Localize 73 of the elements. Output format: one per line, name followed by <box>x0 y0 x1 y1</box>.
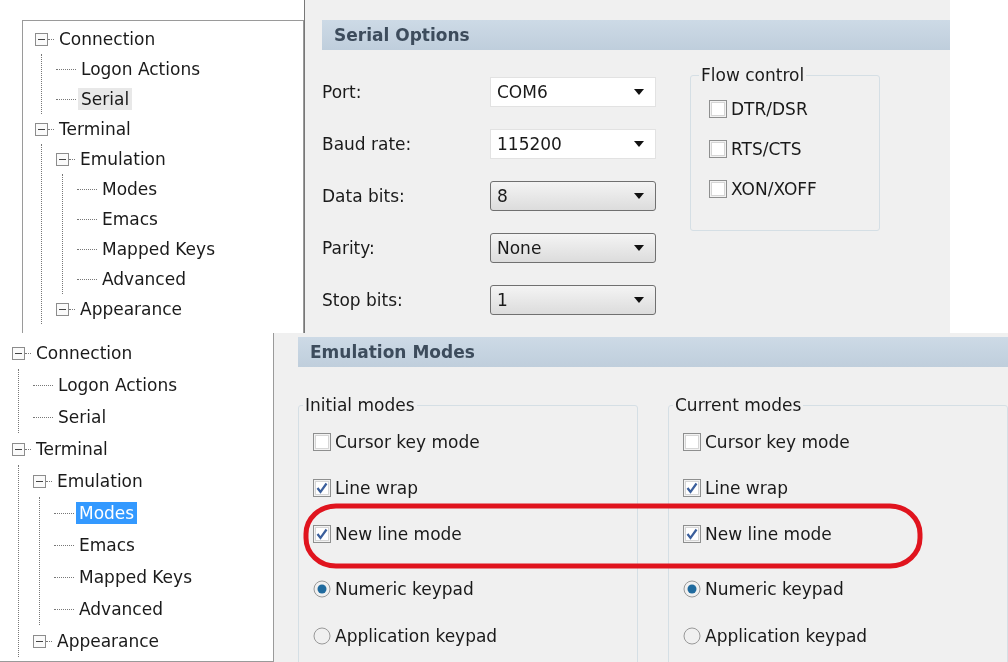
dropdown[interactable]: 1 <box>490 285 656 315</box>
caret-icon <box>633 244 645 252</box>
checkbox-label[interactable]: XON/XOFF <box>731 179 817 199</box>
radio-button[interactable] <box>313 626 331 645</box>
tree-item[interactable]: Terminal <box>56 118 134 140</box>
checkbox-label[interactable]: New line mode <box>335 524 462 544</box>
caret-icon <box>633 88 645 96</box>
collapse-icon[interactable] <box>12 346 25 360</box>
tree-item[interactable]: Advanced <box>76 598 166 620</box>
tree-item[interactable]: Emulation <box>54 470 146 492</box>
combo-box[interactable]: COM6 <box>490 77 656 107</box>
checkbox[interactable] <box>683 433 701 451</box>
checkbox[interactable] <box>683 525 701 543</box>
tree-item[interactable]: Emacs <box>99 208 161 230</box>
collapse-icon[interactable] <box>12 442 25 456</box>
tree-item[interactable]: Connection <box>33 342 136 364</box>
radio-label[interactable]: Numeric keypad <box>335 578 474 599</box>
field-label: Stop bits: <box>322 290 404 310</box>
checkbox-label[interactable]: Cursor key mode <box>705 432 850 452</box>
radio-button[interactable] <box>313 579 331 598</box>
tree-item[interactable]: Serial <box>55 406 110 428</box>
collapse-icon[interactable] <box>33 634 46 648</box>
field-label: Baud rate: <box>322 134 413 154</box>
field-label: Data bits: <box>322 186 406 206</box>
field-label: Port: <box>322 82 363 102</box>
tree-item[interactable]: Connection <box>56 28 159 50</box>
tree-item[interactable]: Emulation <box>77 148 169 170</box>
tree-item[interactable]: Appearance <box>77 298 186 320</box>
radio-label[interactable]: Application keypad <box>335 625 498 646</box>
checkbox-label[interactable]: DTR/DSR <box>731 99 808 119</box>
checkbox-label[interactable]: Line wrap <box>705 478 788 498</box>
tree-item[interactable]: Appearance <box>54 630 163 652</box>
checkbox-label[interactable]: Cursor key mode <box>335 432 480 452</box>
tree-item[interactable]: Logon Actions <box>78 58 204 80</box>
collapse-icon[interactable] <box>33 474 46 488</box>
group-title: Current modes <box>674 395 803 415</box>
dropdown[interactable]: 8 <box>490 181 656 211</box>
group-title: Flow control <box>700 65 806 85</box>
tree-item[interactable]: Mapped Keys <box>76 566 195 588</box>
tree-item[interactable]: Emacs <box>76 534 138 556</box>
checkbox[interactable] <box>709 100 727 118</box>
checkbox[interactable] <box>313 525 331 543</box>
tree-item[interactable]: Mapped Keys <box>99 238 218 260</box>
tree-item[interactable]: Advanced <box>99 268 189 290</box>
checkbox-label[interactable]: Line wrap <box>335 478 418 498</box>
collapse-icon[interactable] <box>35 122 48 136</box>
dropdown[interactable]: None <box>490 233 656 263</box>
checkbox-label[interactable]: RTS/CTS <box>731 139 802 159</box>
caret-icon <box>633 192 645 200</box>
collapse-icon[interactable] <box>56 152 69 166</box>
tree-item[interactable]: Modes <box>99 178 161 200</box>
radio-label[interactable]: Application keypad <box>705 625 868 646</box>
caret-icon <box>633 296 645 304</box>
field-label: Parity: <box>322 238 376 258</box>
section-header: Emulation Modes <box>298 337 1008 367</box>
checkbox[interactable] <box>313 433 331 451</box>
checkbox[interactable] <box>709 180 727 198</box>
radio-button[interactable] <box>683 579 701 598</box>
tree-item[interactable]: Terminal <box>33 438 111 460</box>
combo-box[interactable]: 115200 <box>490 129 656 159</box>
checkbox[interactable] <box>709 140 727 158</box>
checkbox-label[interactable]: New line mode <box>705 524 832 544</box>
radio-button[interactable] <box>683 626 701 645</box>
collapse-icon[interactable] <box>56 302 69 316</box>
radio-label[interactable]: Numeric keypad <box>705 578 844 599</box>
collapse-icon[interactable] <box>35 32 48 46</box>
caret-icon <box>633 140 645 148</box>
tree-item[interactable]: Serial <box>78 88 133 110</box>
checkbox[interactable] <box>313 479 331 497</box>
group-title: Initial modes <box>304 395 416 415</box>
checkbox[interactable] <box>683 479 701 497</box>
section-header: Serial Options <box>322 20 950 50</box>
tree-item[interactable]: Logon Actions <box>55 374 181 396</box>
